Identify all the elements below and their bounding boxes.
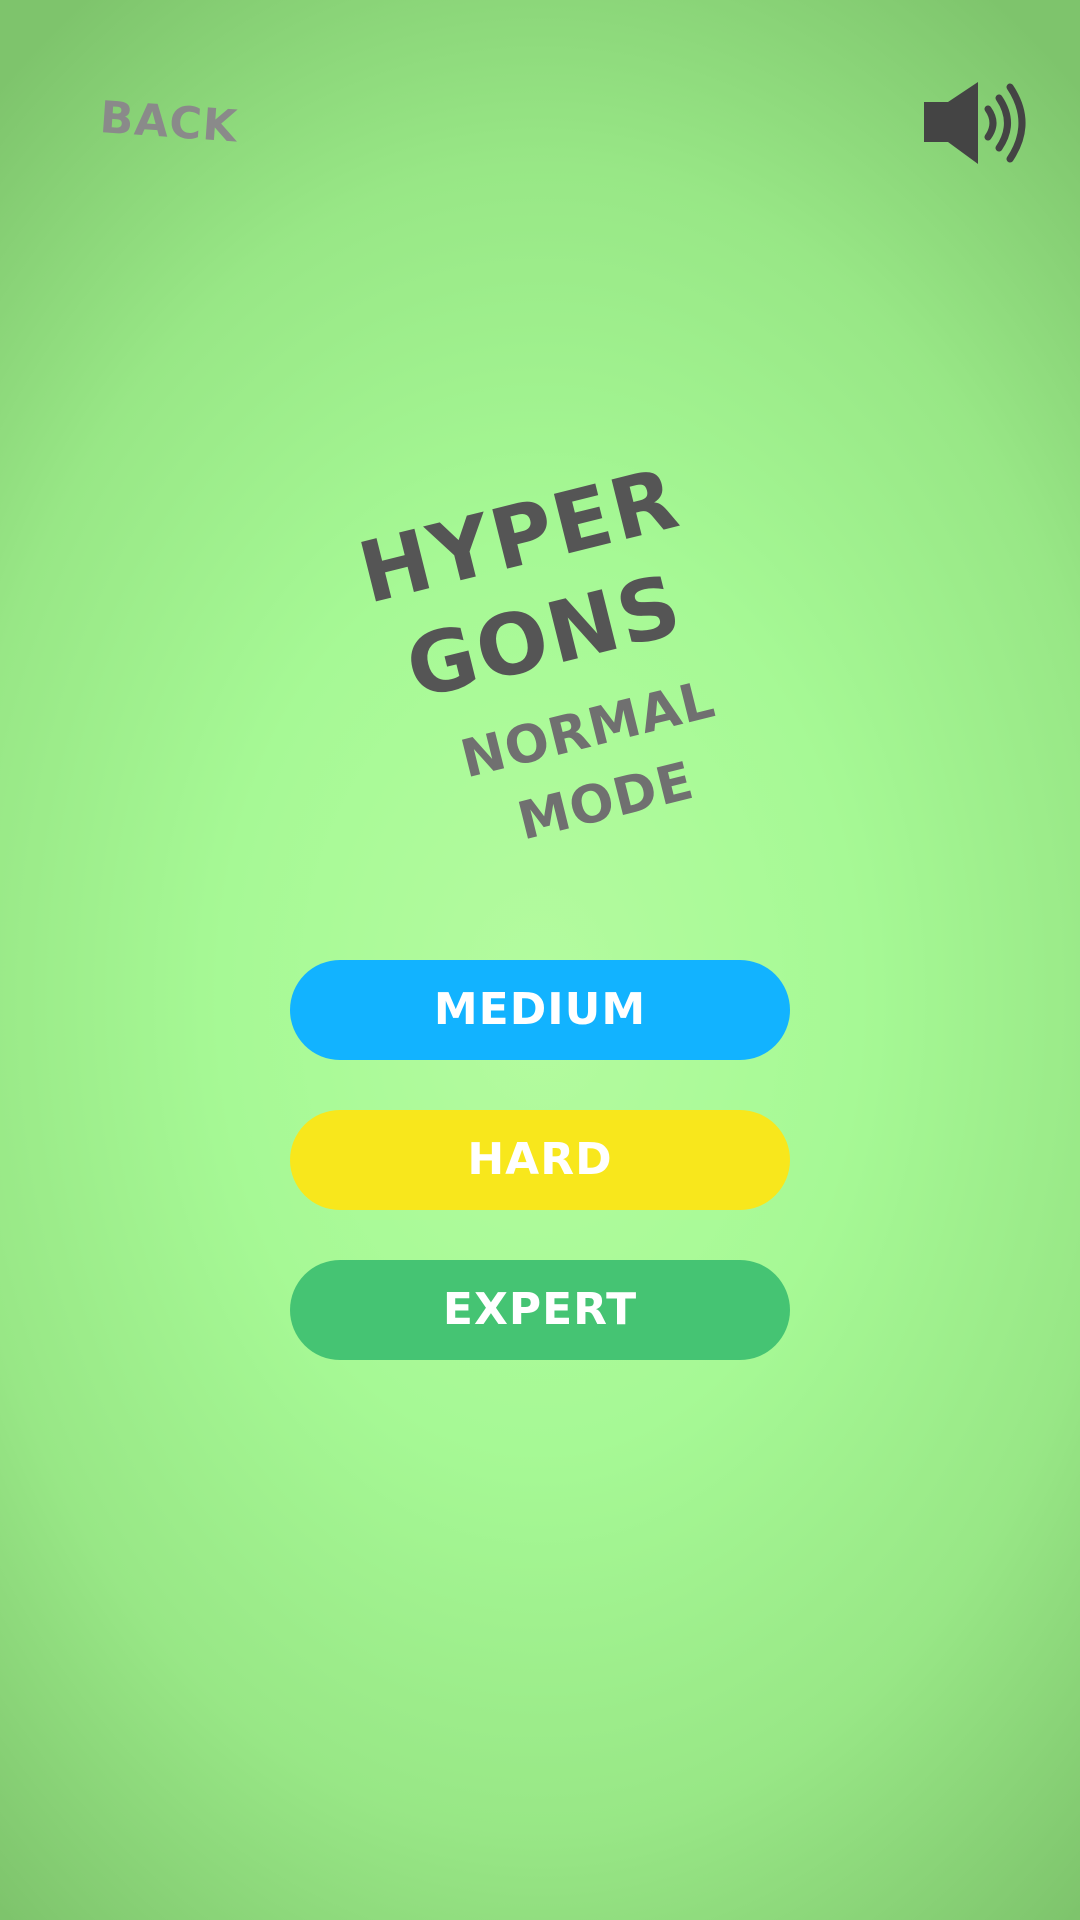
back-button[interactable]: BACK: [98, 92, 239, 153]
speaker-volume-icon[interactable]: [920, 80, 1026, 166]
hard-button[interactable]: HARD: [290, 1110, 790, 1210]
expert-button[interactable]: EXPERT: [290, 1260, 790, 1360]
title-block: HYPER GONS NORMAL MODE: [303, 435, 798, 886]
medium-button[interactable]: MEDIUM: [290, 960, 790, 1060]
